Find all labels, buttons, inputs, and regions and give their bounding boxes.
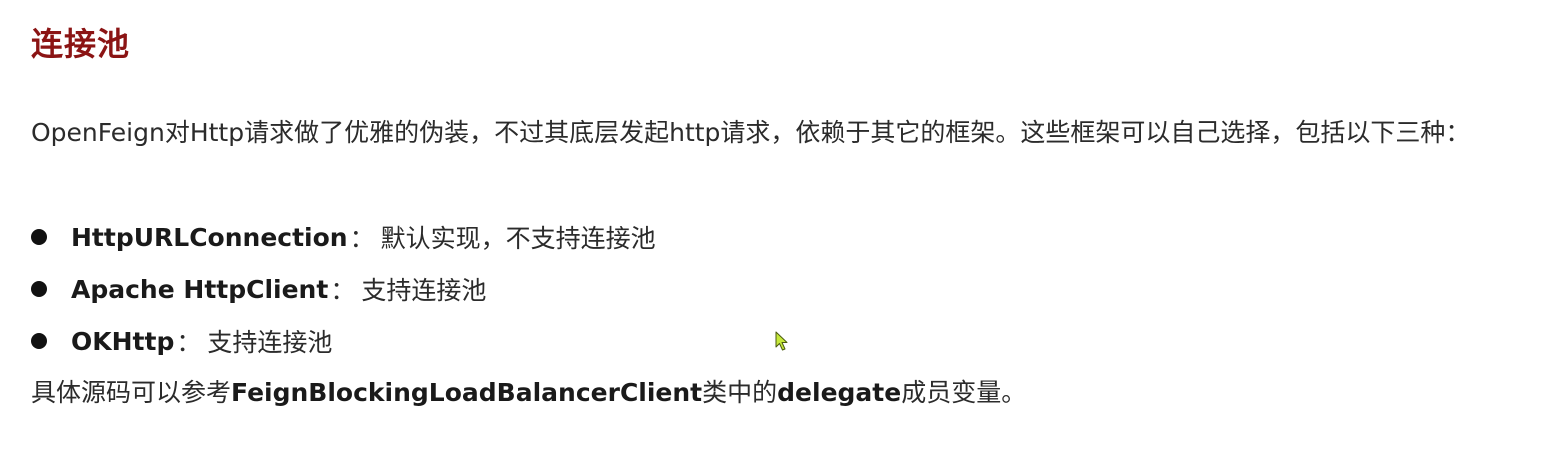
- field-name: delegate: [777, 378, 902, 407]
- list-item-desc: 支持连接池: [207, 328, 333, 357]
- closing-text: 具体源码可以参考: [31, 378, 232, 407]
- list-item-desc: 默认实现，不支持连接池: [380, 224, 656, 253]
- bullet-icon: [31, 281, 47, 297]
- closing-text: 类中的: [702, 378, 778, 407]
- list-item-separator: ：: [349, 224, 375, 253]
- intro-paragraph: OpenFeign对Http请求做了优雅的伪装，不过其底层发起http请求，依赖…: [31, 118, 1471, 147]
- section-heading: 连接池: [31, 25, 131, 63]
- closing-paragraph: 具体源码可以参考FeignBlockingLoadBalancerClient类…: [31, 367, 1026, 419]
- list-item-desc: 支持连接池: [361, 276, 487, 305]
- class-name: FeignBlockingLoadBalancerClient: [231, 378, 703, 407]
- list-item-separator: ：: [330, 276, 356, 305]
- list-item: OKHttp ： 支持连接池: [31, 315, 656, 367]
- closing-text: 成员变量。: [901, 378, 1027, 407]
- list-item-term: Apache HttpClient: [71, 274, 329, 304]
- http-client-list: HttpURLConnection ： 默认实现，不支持连接池 Apache H…: [31, 211, 656, 367]
- list-item: Apache HttpClient ： 支持连接池: [31, 263, 656, 315]
- list-item-term: HttpURLConnection: [71, 222, 348, 252]
- mouse-pointer-icon: [775, 331, 788, 351]
- list-item-separator: ：: [176, 328, 202, 357]
- bullet-icon: [31, 229, 47, 245]
- bullet-icon: [31, 333, 47, 349]
- list-item: HttpURLConnection ： 默认实现，不支持连接池: [31, 211, 656, 263]
- list-item-term: OKHttp: [71, 326, 175, 356]
